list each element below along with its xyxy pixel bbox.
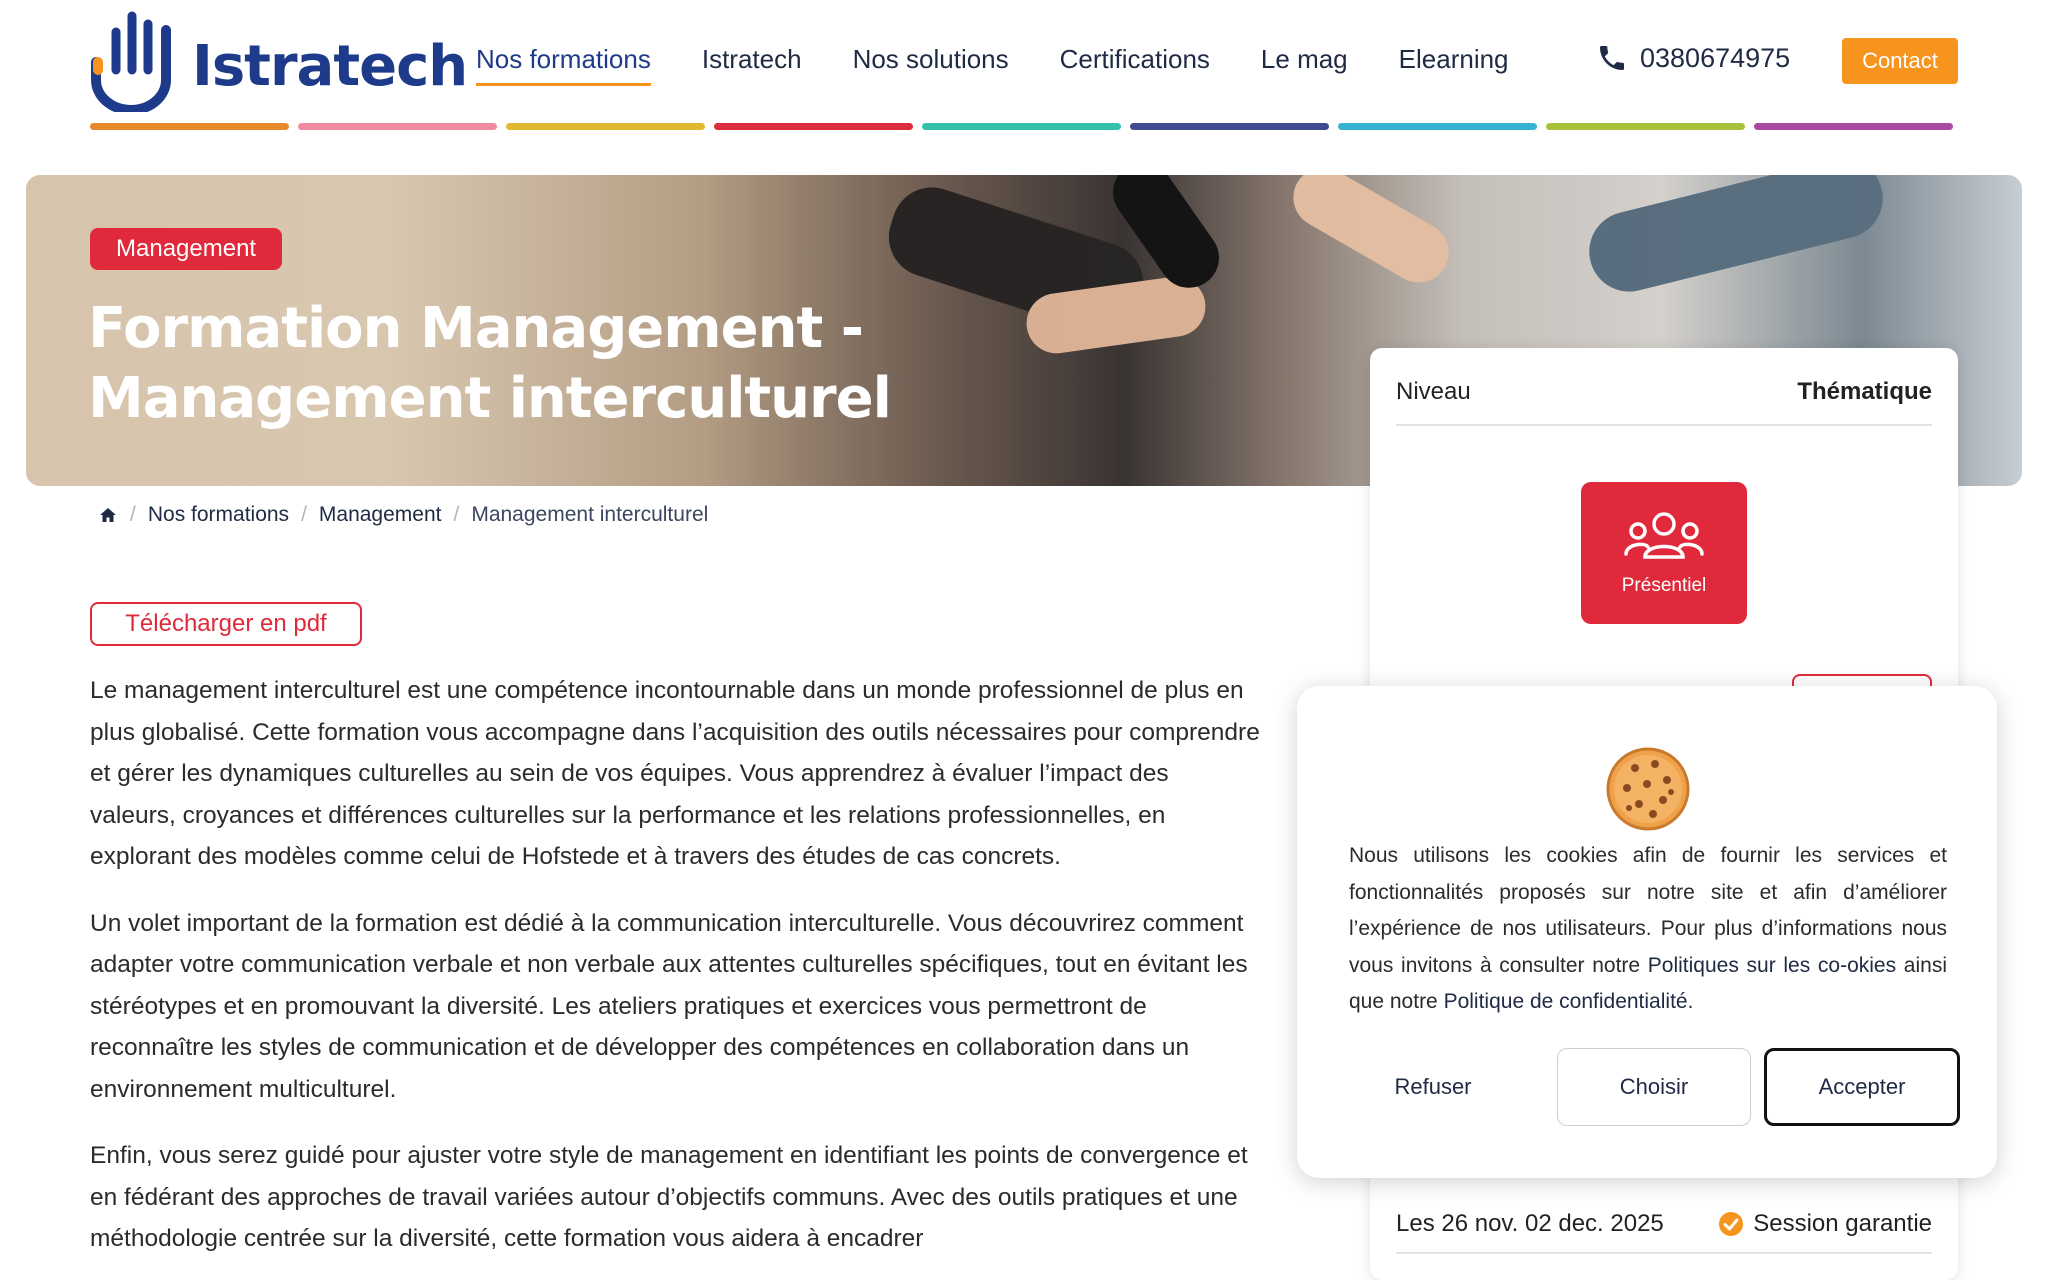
tab-niveau[interactable]: Niveau [1396, 378, 1471, 406]
presentiel-badge: Présentiel [1581, 482, 1747, 624]
accept-button[interactable]: Accepter [1764, 1048, 1960, 1126]
phone-link[interactable]: 0380674975 [1596, 42, 1790, 74]
course-description: Le management interculturel est une comp… [90, 670, 1260, 1280]
privacy-policy-link[interactable]: Politique de confidentialité [1444, 990, 1688, 1013]
choose-button[interactable]: Choisir [1557, 1048, 1751, 1126]
breadcrumb-current: Management interculturel [471, 503, 709, 526]
card-tabs: Niveau Thématique [1396, 378, 1932, 426]
color-stripe [1754, 123, 1953, 130]
nav-item-nos-solutions[interactable]: Nos solutions [853, 44, 1009, 86]
home-icon[interactable] [98, 505, 118, 525]
color-stripe [1338, 123, 1537, 130]
refuse-button[interactable]: Refuser [1343, 1048, 1523, 1126]
hand-logo-icon [91, 11, 171, 112]
phone-icon [1600, 46, 1624, 70]
session-dates: Les 26 nov. 02 dec. 2025 [1396, 1210, 1664, 1237]
istratech-logo[interactable]: Istratech [88, 10, 468, 112]
check-badge-icon [1719, 1212, 1744, 1236]
color-stripe [1546, 123, 1745, 130]
nav-item-nos-formations[interactable]: Nos formations [476, 44, 651, 86]
nav-item-istratech[interactable]: Istratech [702, 44, 802, 86]
contact-button[interactable]: Contact [1842, 38, 1958, 84]
tab-thematique[interactable]: Thématique [1797, 378, 1932, 406]
cookie-policy-link[interactable]: Politiques sur les co-okies [1648, 954, 1896, 977]
cookie-message: Nous utilisons les cookies afin de fourn… [1349, 844, 1947, 1013]
session-guaranteed: Session garantie [1717, 1210, 1932, 1238]
download-pdf-button[interactable]: Télécharger en pdf [90, 602, 362, 646]
group-people-icon [1624, 512, 1704, 559]
color-stripes [90, 123, 1962, 130]
color-stripe [714, 123, 913, 130]
cookie-consent-dialog: Nous utilisons les cookies afin de fourn… [1297, 686, 1997, 1178]
description-paragraph: Un volet important de la formation est d… [90, 909, 1248, 1103]
main-nav: Nos formations Istratech Nos solutions C… [476, 44, 1560, 86]
description-paragraph: Le management interculturel est une comp… [90, 677, 1260, 870]
page-title: Formation Management - Management interc… [88, 296, 892, 431]
presentiel-label: Présentiel [1621, 575, 1707, 596]
site-header: Istratech Nos formations Istratech Nos s… [0, 0, 2048, 140]
nav-item-elearning[interactable]: Elearning [1399, 44, 1509, 86]
description-paragraph: Enfin, vous serez guidé pour ajuster vot… [90, 1142, 1248, 1252]
breadcrumb-link[interactable]: Management [319, 503, 442, 527]
session-row[interactable]: Les 26 nov. 02 dec. 2025 Session garanti… [1396, 1210, 1932, 1254]
breadcrumb: / Nos formations / Management / Manageme… [98, 503, 708, 527]
color-stripe [922, 123, 1121, 130]
cookie-icon [1606, 747, 1690, 831]
color-stripe [1130, 123, 1329, 130]
logo-text: Istratech [192, 33, 468, 99]
nav-item-certifications[interactable]: Certifications [1060, 44, 1210, 86]
color-stripe [506, 123, 705, 130]
nav-item-le-mag[interactable]: Le mag [1261, 44, 1348, 86]
phone-number: 0380674975 [1640, 42, 1791, 73]
color-stripe [298, 123, 497, 130]
breadcrumb-link[interactable]: Nos formations [148, 503, 289, 527]
category-badge[interactable]: Management [90, 228, 283, 270]
session-guaranteed-label: Session garantie [1753, 1210, 1932, 1237]
color-stripe [90, 123, 289, 130]
